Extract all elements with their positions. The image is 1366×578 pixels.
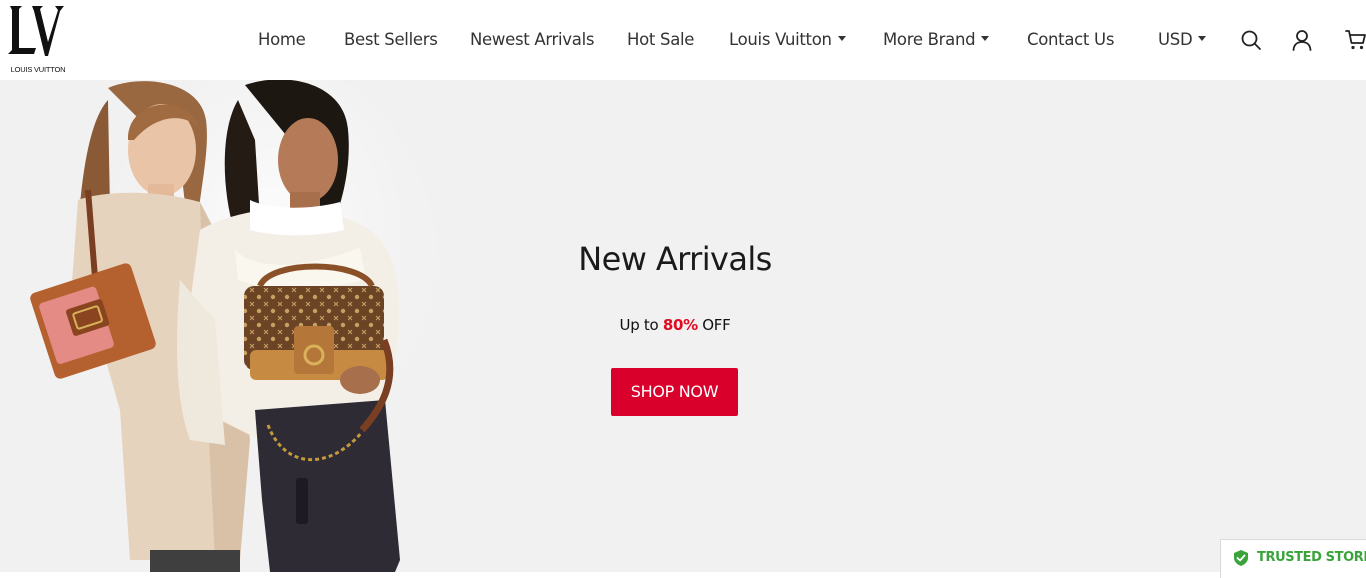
site-header: LOUIS VUITTON Home Best Sellers Newest A… xyxy=(0,0,1366,80)
hero-banner: New Arrivals Up to 80% OFF SHOP NOW xyxy=(0,80,1366,572)
nav-hot-sale[interactable]: Hot Sale xyxy=(627,28,694,52)
main-nav: Home Best Sellers Newest Arrivals Hot Sa… xyxy=(0,0,1366,80)
chevron-down-icon xyxy=(1198,36,1207,41)
nav-louis-vuitton[interactable]: Louis Vuitton xyxy=(729,28,846,52)
shop-now-button[interactable]: SHOP NOW xyxy=(611,368,738,416)
hero-sub-prefix: Up to xyxy=(619,316,663,334)
currency-label: USD xyxy=(1158,30,1193,49)
nav-newest-arrivals[interactable]: Newest Arrivals xyxy=(470,28,594,52)
hero-models-image xyxy=(30,80,440,572)
user-icon[interactable] xyxy=(1290,28,1314,52)
page-bottom-strip xyxy=(0,572,1366,578)
chevron-down-icon xyxy=(837,36,846,41)
nav-contact-us[interactable]: Contact Us xyxy=(1027,28,1114,52)
nav-more-brand[interactable]: More Brand xyxy=(883,28,990,52)
nav-more-brand-label: More Brand xyxy=(883,30,976,49)
trusted-store-badge[interactable]: TRUSTED STORE xyxy=(1220,539,1366,578)
chevron-down-icon xyxy=(981,36,990,41)
trusted-store-label: TRUSTED STORE xyxy=(1257,550,1366,565)
hero-subtitle: Up to 80% OFF xyxy=(540,316,810,334)
cart-icon[interactable] xyxy=(1344,28,1366,52)
shield-check-icon xyxy=(1234,550,1248,566)
hero-sub-suffix: OFF xyxy=(697,316,731,334)
hero-title: New Arrivals xyxy=(578,240,772,278)
nav-home[interactable]: Home xyxy=(258,28,306,52)
search-icon[interactable] xyxy=(1239,28,1263,52)
currency-selector[interactable]: USD xyxy=(1158,28,1207,52)
nav-louis-vuitton-label: Louis Vuitton xyxy=(729,30,832,49)
nav-best-sellers[interactable]: Best Sellers xyxy=(344,28,438,52)
discount-percent: 80% xyxy=(662,316,698,334)
